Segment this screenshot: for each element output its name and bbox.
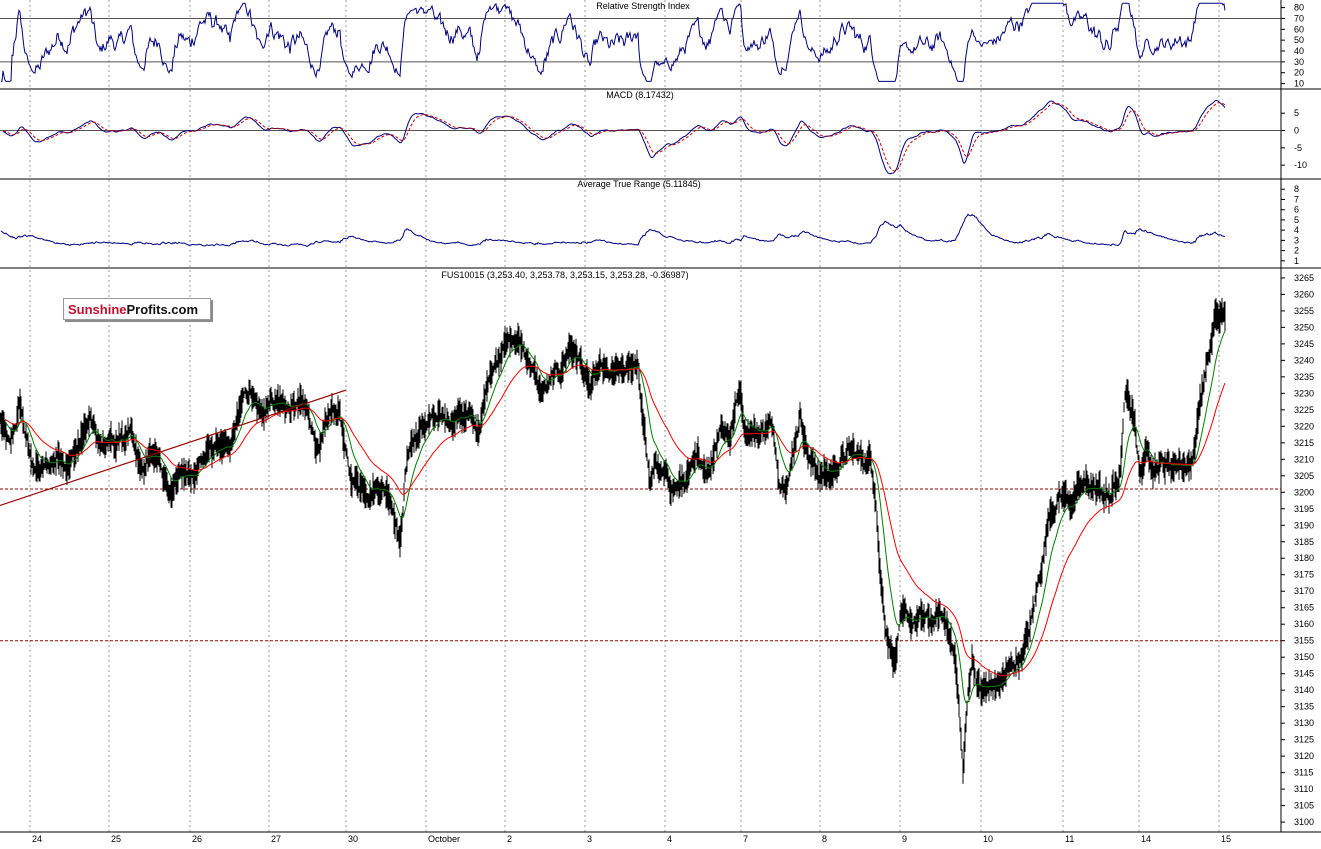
y-tick-label: 3235	[1294, 372, 1314, 382]
x-tick-label: 24	[32, 834, 42, 844]
macd-line	[2, 99, 1226, 175]
y-tick-label: 3155	[1294, 636, 1314, 646]
y-tick-label: 2	[1294, 246, 1299, 256]
x-tick-label: 14	[1141, 834, 1151, 844]
chart-canvas: 24 25 26 27 30 October 2 3 4 7 8 9 10 11 14 15Relative …	[0, 0, 1321, 844]
y-tick-label: 3180	[1294, 553, 1314, 563]
y-tick-label: 3265	[1294, 273, 1314, 283]
moving-average-long	[4, 364, 1226, 677]
y-tick-label: 3105	[1294, 801, 1314, 811]
y-tick-label: 5	[1294, 215, 1299, 225]
y-tick-label: 3125	[1294, 735, 1314, 745]
x-tick-label: 11	[1065, 834, 1074, 844]
y-tick-label: 3210	[1294, 454, 1314, 464]
y-tick-label: 70	[1294, 13, 1304, 23]
y-tick-label: 3255	[1294, 306, 1314, 316]
y-tick-label: 5	[1294, 108, 1299, 118]
x-tick-label: 30	[348, 834, 358, 844]
y-tick-label: 3150	[1294, 652, 1314, 662]
y-tick-label: 3190	[1294, 520, 1314, 530]
y-tick-label: 3245	[1294, 339, 1314, 349]
x-tick-label: 26	[192, 834, 202, 844]
y-tick-label: 1	[1294, 256, 1299, 266]
y-tick-label: 3175	[1294, 570, 1314, 580]
y-tick-label: -5	[1294, 143, 1302, 153]
y-tick-label: 3145	[1294, 669, 1314, 679]
panel-title: MACD (8.17432)	[606, 90, 674, 100]
y-tick-label: 3200	[1294, 487, 1314, 497]
panel-title: FUS10015 (3,253.40, 3,253.78, 3,253.15, …	[441, 270, 688, 280]
y-tick-label: 30	[1294, 57, 1304, 67]
y-tick-label: 3	[1294, 235, 1299, 245]
x-tick-label: 10	[983, 834, 993, 844]
x-tick-label: 15	[1221, 834, 1231, 844]
y-tick-label: 3130	[1294, 718, 1314, 728]
series-layer	[0, 2, 1281, 784]
y-tick-label: 3140	[1294, 685, 1314, 695]
y-tick-label: 7	[1294, 194, 1299, 204]
y-tick-label: 3240	[1294, 355, 1314, 365]
y-tick-label: 4	[1294, 225, 1299, 235]
y-tick-label: 20	[1294, 68, 1304, 78]
macd-signal-line	[2, 102, 1226, 172]
y-tick-label: 0	[1294, 126, 1299, 136]
y-tick-label: 60	[1294, 24, 1304, 34]
y-tick-label: 3195	[1294, 504, 1314, 514]
x-tick-label: 25	[111, 834, 121, 844]
y-tick-label: 3225	[1294, 405, 1314, 415]
y-tick-label: 3160	[1294, 619, 1314, 629]
y-tick-label: 3170	[1294, 586, 1314, 596]
y-tick-label: 3115	[1294, 768, 1313, 778]
y-tick-label: 3260	[1294, 289, 1314, 299]
x-tick-label: 8	[822, 834, 827, 844]
axes-layer: 24 25 26 27 30 October 2 3 4 7 8 9 10 11 14 15Relative …	[32, 1, 1314, 844]
logo-black-part: Profits.com	[126, 302, 199, 317]
y-tick-label: 3120	[1294, 751, 1314, 761]
x-tick-label: 9	[902, 834, 907, 844]
panel-title: Average True Range (5.11845)	[577, 179, 700, 189]
rsi-line	[1, 2, 1226, 82]
logo-red-part: Sunshine	[68, 302, 127, 317]
y-tick-label: 8	[1294, 184, 1299, 194]
x-tick-label: 27	[271, 834, 281, 844]
y-tick-label: 3215	[1294, 438, 1314, 448]
y-tick-label: 3220	[1294, 421, 1314, 431]
y-tick-label: 40	[1294, 46, 1304, 56]
y-tick-label: 10	[1294, 79, 1304, 89]
y-tick-label: 50	[1294, 35, 1304, 45]
y-tick-label: 3110	[1294, 784, 1313, 794]
x-tick-label: 4	[667, 834, 672, 844]
x-tick-label: 2	[507, 834, 512, 844]
chart-root: 24 25 26 27 30 October 2 3 4 7 8 9 10 11 14 15 Relative …	[0, 0, 1321, 844]
y-tick-label: 80	[1294, 3, 1304, 13]
panel-title: Relative Strength Index	[596, 1, 690, 11]
y-tick-label: 3205	[1294, 471, 1314, 481]
y-tick-label: 3165	[1294, 603, 1314, 613]
x-tick-label: 7	[743, 834, 748, 844]
y-tick-label: 3250	[1294, 322, 1314, 332]
y-tick-label: 3135	[1294, 702, 1314, 712]
moving-average-short	[4, 331, 1226, 704]
y-tick-label: -10	[1294, 160, 1307, 170]
y-tick-label: 3230	[1294, 388, 1314, 398]
x-tick-label: 3	[587, 834, 592, 844]
x-tick-label: October	[428, 834, 460, 844]
y-tick-label: 6	[1294, 205, 1299, 215]
y-tick-label: 3100	[1294, 817, 1314, 827]
atr-line	[0, 213, 1225, 247]
y-tick-label: 3185	[1294, 537, 1314, 547]
sunshine-profits-logo: SunshineProfits.com	[63, 298, 211, 320]
